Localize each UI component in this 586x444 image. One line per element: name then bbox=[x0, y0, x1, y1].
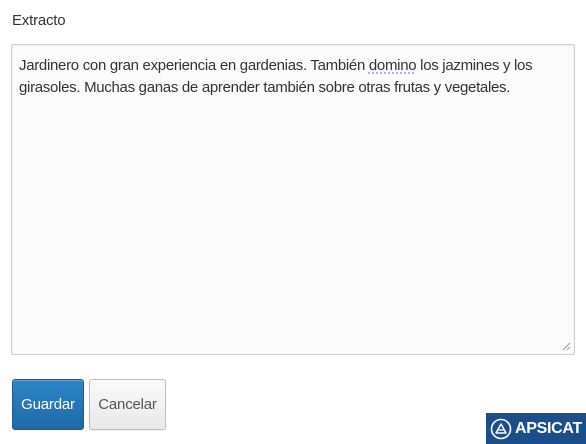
extracto-textarea-content[interactable]: Jardinero con gran experiencia en garden… bbox=[19, 55, 560, 99]
spellcheck-flagged-word: domino bbox=[368, 57, 417, 74]
resize-handle-icon[interactable] bbox=[562, 342, 571, 351]
extracto-label: Extracto bbox=[12, 12, 66, 29]
apsicat-watermark: APSICAT bbox=[486, 413, 586, 444]
text-segment: Jardinero con gran experiencia en garden… bbox=[19, 57, 369, 74]
save-button[interactable]: Guardar bbox=[12, 379, 84, 430]
cancel-button[interactable]: Cancelar bbox=[89, 379, 166, 430]
extracto-textarea[interactable]: Jardinero con gran experiencia en garden… bbox=[11, 44, 575, 355]
apsicat-logo-icon bbox=[490, 418, 512, 439]
apsicat-logo-text: APSICAT bbox=[515, 419, 582, 437]
